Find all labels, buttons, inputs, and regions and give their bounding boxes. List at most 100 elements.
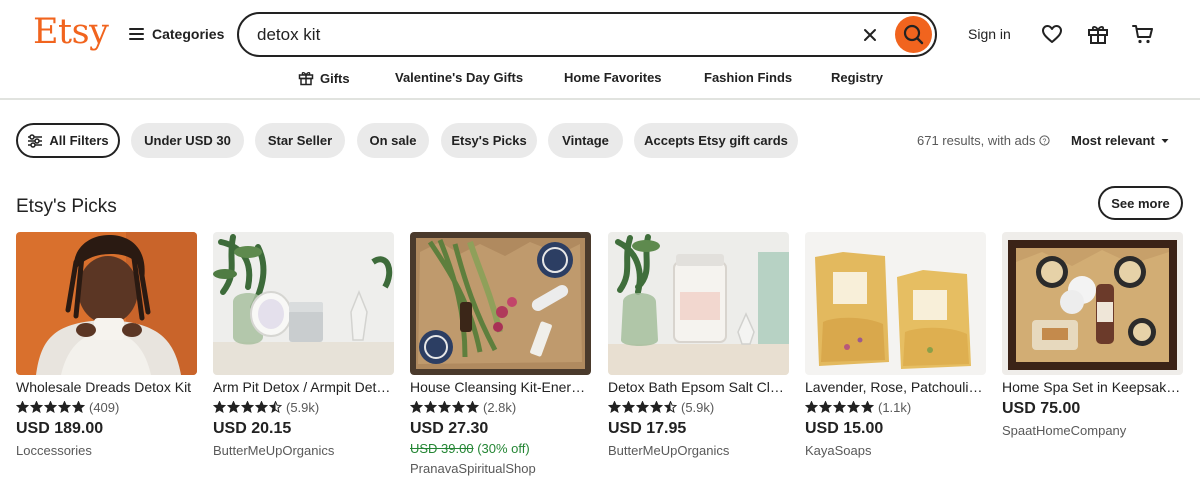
search-button[interactable] xyxy=(895,16,932,53)
product-rating: (1.1k) xyxy=(805,397,986,417)
svg-text:?: ? xyxy=(1042,138,1046,145)
close-icon xyxy=(864,29,876,41)
hamburger-icon xyxy=(129,28,144,40)
shop-name[interactable]: SpaatHomeCompany xyxy=(1002,421,1183,441)
product-image[interactable] xyxy=(1002,232,1183,375)
shop-name[interactable]: ButterMeUpOrganics xyxy=(608,441,789,461)
nav-label: Gifts xyxy=(320,70,350,86)
star-icon xyxy=(636,401,649,413)
product-price: USD 75.00 xyxy=(1002,400,1081,417)
sort-dropdown[interactable]: Most relevant xyxy=(1071,133,1169,148)
product-price: USD 15.00 xyxy=(805,420,884,437)
product-card[interactable]: Home Spa Set in Keepsake Box USD 75.00 S… xyxy=(1002,232,1183,441)
header-divider xyxy=(0,98,1200,100)
all-filters-button[interactable]: All Filters xyxy=(16,123,120,158)
star-icon xyxy=(438,401,451,413)
shop-name[interactable]: KayaSoaps xyxy=(805,441,986,461)
star-icon xyxy=(227,401,240,413)
star-icon xyxy=(213,401,226,413)
product-image[interactable] xyxy=(213,232,394,375)
filter-chip-star-seller[interactable]: Star Seller xyxy=(255,123,345,158)
shop-name[interactable]: Loccessories xyxy=(16,441,197,461)
see-more-button[interactable]: See more xyxy=(1098,186,1183,220)
product-rating: (5.9k) xyxy=(213,397,394,417)
product-rating: (5.9k) xyxy=(608,397,789,417)
star-icon xyxy=(847,401,860,413)
cart-icon[interactable] xyxy=(1131,22,1155,46)
shop-name[interactable]: PranavaSpiritualShop xyxy=(410,459,591,479)
sign-in-link[interactable]: Sign in xyxy=(968,26,1011,42)
star-icon xyxy=(664,401,677,413)
filter-chip-gift-cards[interactable]: Accepts Etsy gift cards xyxy=(634,123,798,158)
filter-sliders-icon xyxy=(28,133,43,148)
star-rating xyxy=(16,401,85,413)
nav-item-gifts[interactable]: Gifts xyxy=(298,70,350,86)
star-icon xyxy=(30,401,43,413)
star-icon xyxy=(452,401,465,413)
nav-item-fashion-finds[interactable]: Fashion Finds xyxy=(704,70,792,85)
categories-button[interactable]: Categories xyxy=(129,22,224,46)
review-count: (5.9k) xyxy=(286,399,320,415)
product-price: USD 189.00 xyxy=(16,420,104,437)
product-card[interactable]: Wholesale Dreads Detox Kit (409) USD 189… xyxy=(16,232,197,461)
product-title[interactable]: Detox Bath Epsom Salt Clay Soak xyxy=(608,377,789,397)
star-icon xyxy=(255,401,268,413)
star-icon xyxy=(622,401,635,413)
review-count: (2.8k) xyxy=(483,399,517,415)
nav-item-registry[interactable]: Registry xyxy=(831,70,883,85)
product-title[interactable]: Arm Pit Detox / Armpit Detox Kit xyxy=(213,377,394,397)
star-icon xyxy=(833,401,846,413)
product-image[interactable] xyxy=(16,232,197,375)
results-count: 671 results, with ads ? xyxy=(917,133,1050,148)
star-icon xyxy=(466,401,479,413)
product-image[interactable] xyxy=(608,232,789,375)
star-icon xyxy=(44,401,57,413)
info-icon[interactable]: ? xyxy=(1038,135,1050,146)
filter-chip-under-30[interactable]: Under USD 30 xyxy=(131,123,244,158)
star-icon xyxy=(424,401,437,413)
star-icon xyxy=(269,401,282,413)
product-image[interactable] xyxy=(410,232,591,375)
all-filters-label: All Filters xyxy=(49,133,109,148)
star-icon xyxy=(16,401,29,413)
product-card[interactable]: Detox Bath Epsom Salt Clay Soak (5.9k) U… xyxy=(608,232,789,461)
search-icon xyxy=(903,24,924,45)
product-title[interactable]: Wholesale Dreads Detox Kit xyxy=(16,377,197,397)
star-icon xyxy=(241,401,254,413)
etsy-logo[interactable]: Etsy xyxy=(33,10,109,54)
section-title: Etsy's Picks xyxy=(16,196,117,217)
filter-chip-vintage[interactable]: Vintage xyxy=(548,123,623,158)
caret-down-icon xyxy=(1161,138,1169,143)
product-price: USD 20.15 xyxy=(213,420,292,437)
results-text: 671 results, with ads xyxy=(917,133,1036,148)
filter-chip-on-sale[interactable]: On sale xyxy=(357,123,429,158)
star-icon xyxy=(72,401,85,413)
product-title[interactable]: Lavender, Rose, Patchouli Bath Salts xyxy=(805,377,986,397)
top-nav: Gifts Valentine's Day Gifts Home Favorit… xyxy=(0,62,1200,98)
nav-item-valentines[interactable]: Valentine's Day Gifts xyxy=(395,70,523,85)
clear-search-button[interactable] xyxy=(859,24,881,46)
product-title[interactable]: House Cleansing Kit-Energy Cleanse xyxy=(410,377,591,397)
star-rating xyxy=(608,401,677,413)
product-title[interactable]: Home Spa Set in Keepsake Box xyxy=(1002,377,1183,397)
header: Etsy Categories Sign in xyxy=(0,0,1200,68)
product-rating: (2.8k) xyxy=(410,397,591,417)
star-icon xyxy=(861,401,874,413)
categories-label: Categories xyxy=(152,26,225,42)
review-count: (409) xyxy=(89,399,120,415)
product-price: USD 27.30 xyxy=(410,420,489,437)
shop-name[interactable]: ButterMeUpOrganics xyxy=(213,441,394,461)
star-icon xyxy=(410,401,423,413)
nav-item-home-favorites[interactable]: Home Favorites xyxy=(564,70,662,85)
gift-icon[interactable] xyxy=(1086,22,1110,46)
product-card[interactable]: Arm Pit Detox / Armpit Detox Kit (5.9k) … xyxy=(213,232,394,461)
gift-icon xyxy=(298,72,314,86)
star-rating xyxy=(213,401,282,413)
product-image[interactable] xyxy=(805,232,986,375)
search-input[interactable] xyxy=(257,23,837,47)
filter-chip-etsys-picks[interactable]: Etsy's Picks xyxy=(441,123,537,158)
discount-label: (30% off) xyxy=(477,441,530,456)
product-card[interactable]: Lavender, Rose, Patchouli Bath Salts (1.… xyxy=(805,232,986,461)
product-card[interactable]: House Cleansing Kit-Energy Cleanse (2.8k… xyxy=(410,232,591,479)
favorites-heart-icon[interactable] xyxy=(1040,22,1064,46)
